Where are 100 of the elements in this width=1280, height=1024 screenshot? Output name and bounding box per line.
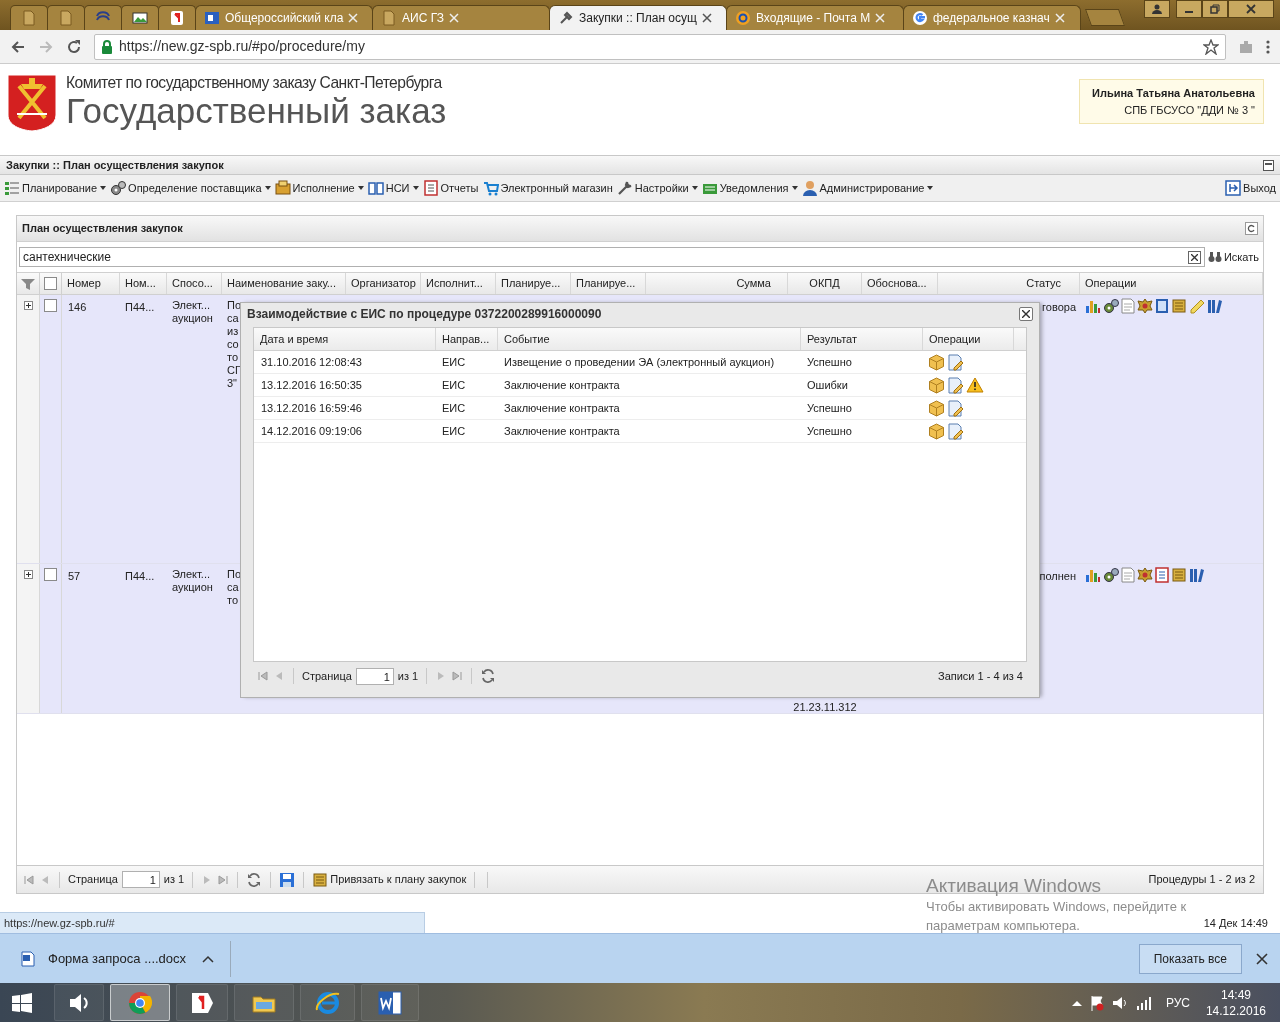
collapse-button[interactable] [1263,159,1274,171]
close-button[interactable] [1019,307,1033,321]
browser-tab[interactable]: Закупки :: План осущ [549,5,727,30]
star-icon[interactable] [1203,38,1219,55]
column-header[interactable]: Операции [929,330,981,348]
taskbar-app-button[interactable] [176,984,228,1021]
search-field[interactable]: сантехнические [19,247,1205,267]
taskbar-app-button[interactable] [300,984,355,1021]
column-header[interactable]: Исполнит... [426,275,483,292]
minimize-button[interactable] [1176,0,1202,18]
page-field[interactable]: 1 [121,871,160,888]
browser-tab[interactable] [10,5,48,30]
edit-document-icon[interactable] [947,399,964,417]
taskbar-app-button[interactable] [234,984,294,1021]
more-menu-icon[interactable] [1266,38,1270,55]
column-header[interactable]: Результат [807,330,858,348]
column-header[interactable]: Наименование заку... [227,275,336,292]
last-page-icon[interactable] [217,873,230,886]
notes-icon[interactable] [1189,298,1205,314]
browser-tab[interactable] [158,5,196,30]
menu-item[interactable]: Электронный магазин [482,179,613,197]
bind-to-plan-button[interactable]: Привязать к плану закупок [312,871,467,888]
column-header[interactable]: Сумма [736,275,771,292]
edit-document-icon[interactable] [947,353,964,371]
package-icon[interactable] [928,353,945,371]
checkbox[interactable] [44,568,57,581]
caret-up-icon[interactable] [202,954,215,963]
clock[interactable]: 14:49 14.12.2016 [1205,986,1266,1019]
edit-document-icon[interactable] [947,376,964,394]
taskbar-app-button[interactable] [361,984,419,1021]
start-button[interactable] [12,992,32,1013]
column-header[interactable]: Планируе... [576,275,636,292]
search-button[interactable]: Искать [1207,248,1261,266]
column-header[interactable]: Планируе... [501,275,561,292]
first-page-icon[interactable] [23,873,35,886]
edit-document-icon[interactable] [947,422,964,440]
refresh-icon[interactable] [480,668,497,684]
browser-tab[interactable]: Входящие - Почта М [726,5,904,30]
books-icon[interactable] [1207,298,1223,314]
bar-chart-icon[interactable] [1085,567,1101,583]
column-header[interactable]: Операции [1085,275,1137,292]
refresh-icon[interactable] [246,871,263,888]
form-icon[interactable] [1155,298,1169,314]
signal-icon[interactable] [1135,994,1152,1011]
package-icon[interactable] [928,422,945,440]
column-header[interactable]: Ном... [125,275,156,292]
close-icon[interactable] [1256,952,1268,965]
browser-tab[interactable]: федеральное казнач [903,5,1081,30]
checkbox[interactable] [44,277,57,290]
menu-item[interactable]: Настройки [616,179,698,197]
column-header[interactable]: Номер [67,275,101,292]
emblem-icon[interactable] [1137,567,1153,583]
volume-icon[interactable] [1111,994,1128,1011]
scroll-icon[interactable] [1171,567,1187,583]
restore-button[interactable] [1202,0,1228,18]
address-field[interactable]: https://new.gz-spb.ru/#po/procedure/my [94,33,1226,60]
column-header[interactable]: ОКПД [809,275,840,292]
package-icon[interactable] [928,399,945,417]
menu-item[interactable]: НСИ [367,179,419,197]
column-header[interactable]: Спосо... [172,275,213,292]
gears-icon[interactable] [1103,298,1119,314]
browser-tab[interactable]: Общероссийский кла [195,5,373,30]
package-icon[interactable] [928,376,945,394]
profile-button[interactable] [1144,0,1170,18]
back-icon[interactable] [10,38,26,55]
checkbox[interactable] [44,299,57,312]
browser-tab[interactable] [47,5,85,30]
new-tab-button[interactable] [1084,9,1126,26]
column-header[interactable]: Событие [504,330,550,348]
browser-tab[interactable] [121,5,159,30]
browser-tab[interactable]: АИС ГЗ [372,5,550,30]
filter-icon[interactable] [21,277,35,290]
page-field[interactable]: 1 [355,667,394,685]
column-header[interactable]: Статус [1026,275,1061,292]
emblem-icon[interactable] [1137,298,1153,314]
flag-icon[interactable] [1089,994,1104,1011]
column-header[interactable]: Обоснова... [867,275,927,292]
close-window-button[interactable] [1228,0,1274,18]
language-indicator[interactable]: РУС [1165,993,1190,1012]
column-header[interactable]: Направ... [442,330,490,348]
menu-item[interactable]: Уведомления [701,179,798,197]
chevron-up-icon[interactable] [1071,999,1082,1006]
menu-item[interactable]: Определение поставщика [110,179,271,197]
gears-icon[interactable] [1103,567,1119,583]
close-icon[interactable] [701,13,712,23]
report-icon[interactable] [1155,567,1169,583]
clear-button[interactable] [1187,250,1201,264]
show-all-button[interactable]: Показать все [1138,943,1242,974]
menu-item[interactable]: Администрирование [801,179,934,197]
reload-icon[interactable] [66,38,82,55]
scroll-icon[interactable] [1171,298,1187,314]
download-item[interactable]: Форма запроса ....docx [20,948,187,969]
column-header[interactable]: Организатор [351,275,416,292]
menu-item[interactable]: Отчеты [422,179,479,197]
menu-item[interactable]: Планирование [4,179,107,197]
taskbar-app-button[interactable] [54,984,104,1021]
expand-button[interactable] [23,570,33,579]
menu-item[interactable]: Исполнение [274,179,364,197]
refresh-button[interactable] [1245,222,1258,235]
column-header[interactable]: Дата и время [260,330,329,348]
